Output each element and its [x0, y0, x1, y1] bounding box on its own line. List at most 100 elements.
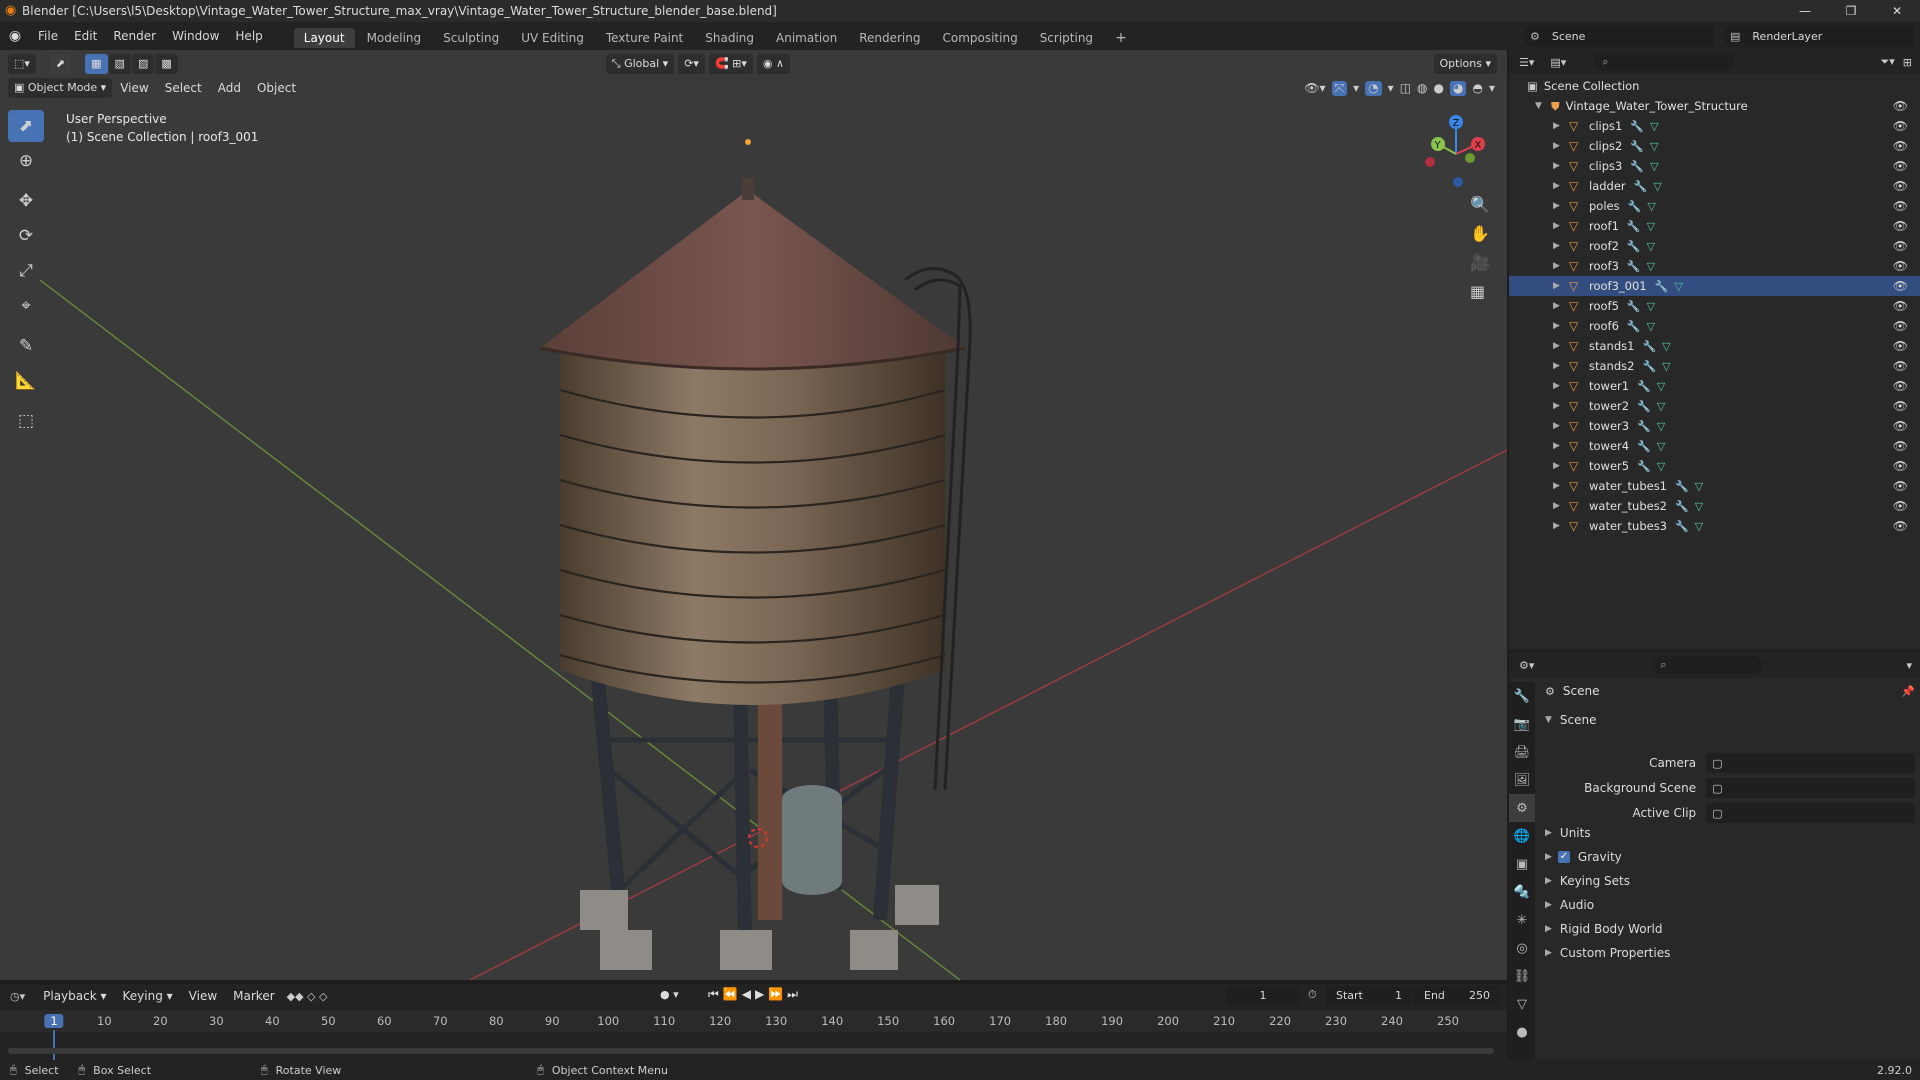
visibility-eye-icon[interactable]: 👁 — [1893, 219, 1908, 233]
outliner-row-scene-collection[interactable]: ▣ Scene Collection — [1509, 76, 1920, 96]
expand-icon[interactable]: ▶ — [1553, 121, 1565, 131]
expand-icon[interactable]: ▶ — [1553, 281, 1565, 291]
menu-file[interactable]: File — [30, 22, 66, 50]
visibility-icon[interactable]: 👁▾ — [1304, 81, 1325, 96]
subpanel-keying-sets[interactable]: ▶ Keying Sets — [1545, 870, 1915, 892]
field-value[interactable]: ▢ — [1706, 803, 1915, 823]
pan-hand-icon[interactable]: ✋ — [1470, 224, 1490, 243]
tab-layout[interactable]: Layout — [293, 28, 355, 48]
subpanel-audio[interactable]: ▶ Audio — [1545, 894, 1915, 916]
subpanel-rigid-body-world[interactable]: ▶ Rigid Body World — [1545, 918, 1915, 940]
perspective-toggle-icon[interactable]: ▦ — [1470, 282, 1490, 301]
navigation-gizmo[interactable]: Z X Y — [1416, 110, 1496, 190]
expand-icon[interactable]: ▶ — [1553, 381, 1565, 391]
outliner-row-clips3[interactable]: ▶ ▽ clips3 🔧 ▽ 👁 — [1509, 156, 1920, 176]
outliner-row-water-tubes2[interactable]: ▶ ▽ water_tubes2 🔧 ▽ 👁 — [1509, 496, 1920, 516]
visibility-eye-icon[interactable]: 👁 — [1893, 299, 1908, 313]
mesh-data-icon[interactable]: ▽ — [1657, 420, 1665, 433]
modifier-icon[interactable]: 🔧 — [1642, 360, 1656, 373]
expand-icon[interactable]: ▶ — [1553, 501, 1565, 511]
modifier-icon[interactable]: 🔧 — [1630, 120, 1644, 133]
tab-particles-icon[interactable]: ✳ — [1509, 906, 1535, 934]
start-frame-field[interactable]: Start 1 — [1326, 986, 1412, 1006]
expand-icon[interactable]: ▶ — [1553, 321, 1565, 331]
tab-view-layer-icon[interactable]: 🖼 — [1509, 766, 1535, 794]
outliner-row-tower2[interactable]: ▶ ▽ tower2 🔧 ▽ 👁 — [1509, 396, 1920, 416]
mesh-data-icon[interactable]: ▽ — [1647, 220, 1655, 233]
modifier-icon[interactable]: 🔧 — [1675, 500, 1689, 513]
gizmo-toggle-icon[interactable]: ⤧ — [1331, 80, 1348, 96]
timeline-ruler[interactable]: 1 10 20 30 40 50 60 70 80 90 100 110 120 130 140 150 160… — [0, 1010, 1507, 1060]
visibility-eye-icon[interactable]: 👁 — [1893, 339, 1908, 353]
mesh-data-icon[interactable]: ▽ — [1647, 200, 1655, 213]
tab-material-icon[interactable]: ● — [1509, 1018, 1535, 1046]
expand-icon[interactable]: ▶ — [1553, 161, 1565, 171]
tab-modifier-icon[interactable]: 🔩 — [1509, 878, 1535, 906]
tab-world-icon[interactable]: 🌐 — [1509, 822, 1535, 850]
modifier-icon[interactable]: 🔧 — [1627, 240, 1641, 253]
visibility-eye-icon[interactable]: 👁 — [1893, 159, 1908, 173]
outliner-row-poles[interactable]: ▶ ▽ poles 🔧 ▽ 👁 — [1509, 196, 1920, 216]
wireframe-shading-icon[interactable]: ◍ — [1417, 81, 1427, 96]
timeline-menu-playback[interactable]: Playback ▾ — [35, 989, 114, 1003]
current-frame-indicator[interactable]: 1 — [44, 1014, 64, 1028]
tab-render-icon[interactable]: 📷 — [1509, 710, 1535, 738]
minimize-button[interactable]: — — [1782, 0, 1828, 22]
visibility-eye-icon[interactable]: 👁 — [1893, 139, 1908, 153]
tab-scene-icon[interactable]: ⚙ — [1509, 794, 1535, 822]
subpanel-custom-properties[interactable]: ▶ Custom Properties — [1545, 942, 1915, 964]
mesh-data-icon[interactable]: ▽ — [1695, 480, 1703, 493]
visibility-eye-icon[interactable]: 👁 — [1893, 479, 1908, 493]
timeline-editor-type-icon[interactable]: ◷▾ — [10, 990, 25, 1003]
mesh-data-icon[interactable]: ▽ — [1650, 140, 1658, 153]
outliner-row-roof2[interactable]: ▶ ▽ roof2 🔧 ▽ 👁 — [1509, 236, 1920, 256]
select-mode-new-icon[interactable]: ▦ — [85, 54, 108, 74]
mesh-data-icon[interactable]: ▽ — [1657, 460, 1665, 473]
visibility-eye-icon[interactable]: 👁 — [1893, 439, 1908, 453]
outliner-row-ladder[interactable]: ▶ ▽ ladder 🔧 ▽ 👁 — [1509, 176, 1920, 196]
expand-icon[interactable]: ▶ — [1553, 441, 1565, 451]
outliner-row-tower1[interactable]: ▶ ▽ tower1 🔧 ▽ 👁 — [1509, 376, 1920, 396]
options-dropdown[interactable]: Options ▾ — [1433, 54, 1497, 74]
properties-search-input[interactable]: ⌕ — [1652, 656, 1763, 674]
tab-animation[interactable]: Animation — [766, 28, 847, 48]
current-frame-field[interactable]: 1 — [1226, 986, 1300, 1006]
gravity-checkbox[interactable]: ✓ — [1557, 851, 1570, 863]
timeline-menu-marker[interactable]: Marker — [225, 989, 282, 1003]
menu-window[interactable]: Window — [164, 22, 227, 50]
zoom-icon[interactable]: 🔍 — [1470, 195, 1490, 214]
modifier-icon[interactable]: 🔧 — [1627, 220, 1641, 233]
modifier-icon[interactable]: 🔧 — [1642, 340, 1656, 353]
outliner-row-roof5[interactable]: ▶ ▽ roof5 🔧 ▽ 👁 — [1509, 296, 1920, 316]
shading-dropdown-icon[interactable]: ▾ — [1489, 81, 1495, 96]
tab-texture-paint[interactable]: Texture Paint — [596, 28, 693, 48]
mesh-data-icon[interactable]: ▽ — [1695, 520, 1703, 533]
modifier-icon[interactable]: 🔧 — [1627, 320, 1641, 333]
select-mode-intersect-icon[interactable]: ▩ — [155, 54, 178, 74]
3d-viewport[interactable]: ⬚▾ ⬈ ▦ ▧ ▨ ▩ ⤡ Global ▾ ⟳▾ 🧲 ⊞▾ ◉ ∧ Opti… — [0, 50, 1507, 980]
display-mode-icon[interactable]: ▤▾ — [1550, 56, 1566, 69]
proportional-edit-icon[interactable]: ◉ ∧ — [756, 54, 791, 74]
outliner-row-tower4[interactable]: ▶ ▽ tower4 🔧 ▽ 👁 — [1509, 436, 1920, 456]
visibility-eye-icon[interactable]: 👁 — [1893, 239, 1908, 253]
modifier-icon[interactable]: 🔧 — [1637, 440, 1651, 453]
timeline-menu-keying[interactable]: Keying ▾ — [115, 989, 181, 1003]
blender-menu-icon[interactable]: ◉ — [0, 28, 30, 44]
mesh-data-icon[interactable]: ▽ — [1662, 360, 1670, 373]
outliner-row-roof3[interactable]: ▶ ▽ roof3 🔧 ▽ 👁 — [1509, 256, 1920, 276]
overlay-toggle-icon[interactable]: ◔ — [1365, 80, 1382, 96]
modifier-icon[interactable]: 🔧 — [1637, 400, 1651, 413]
expand-icon[interactable]: ▶ — [1553, 461, 1565, 471]
measure-tool-icon[interactable]: 📐 — [8, 365, 44, 397]
tab-scripting[interactable]: Scripting — [1030, 28, 1103, 48]
modifier-icon[interactable]: 🔧 — [1637, 460, 1651, 473]
expand-icon[interactable]: ▶ — [1553, 361, 1565, 371]
outliner-row-stands2[interactable]: ▶ ▽ stands2 🔧 ▽ 👁 — [1509, 356, 1920, 376]
modifier-icon[interactable]: 🔧 — [1637, 380, 1651, 393]
maximize-button[interactable]: ❐ — [1828, 0, 1874, 22]
mesh-data-icon[interactable]: ▽ — [1657, 380, 1665, 393]
field-value[interactable]: ▢ — [1706, 753, 1915, 773]
outliner-row-water-tubes1[interactable]: ▶ ▽ water_tubes1 🔧 ▽ 👁 — [1509, 476, 1920, 496]
mesh-data-icon[interactable]: ▽ — [1657, 400, 1665, 413]
tab-data-icon[interactable]: ▽ — [1509, 990, 1535, 1018]
